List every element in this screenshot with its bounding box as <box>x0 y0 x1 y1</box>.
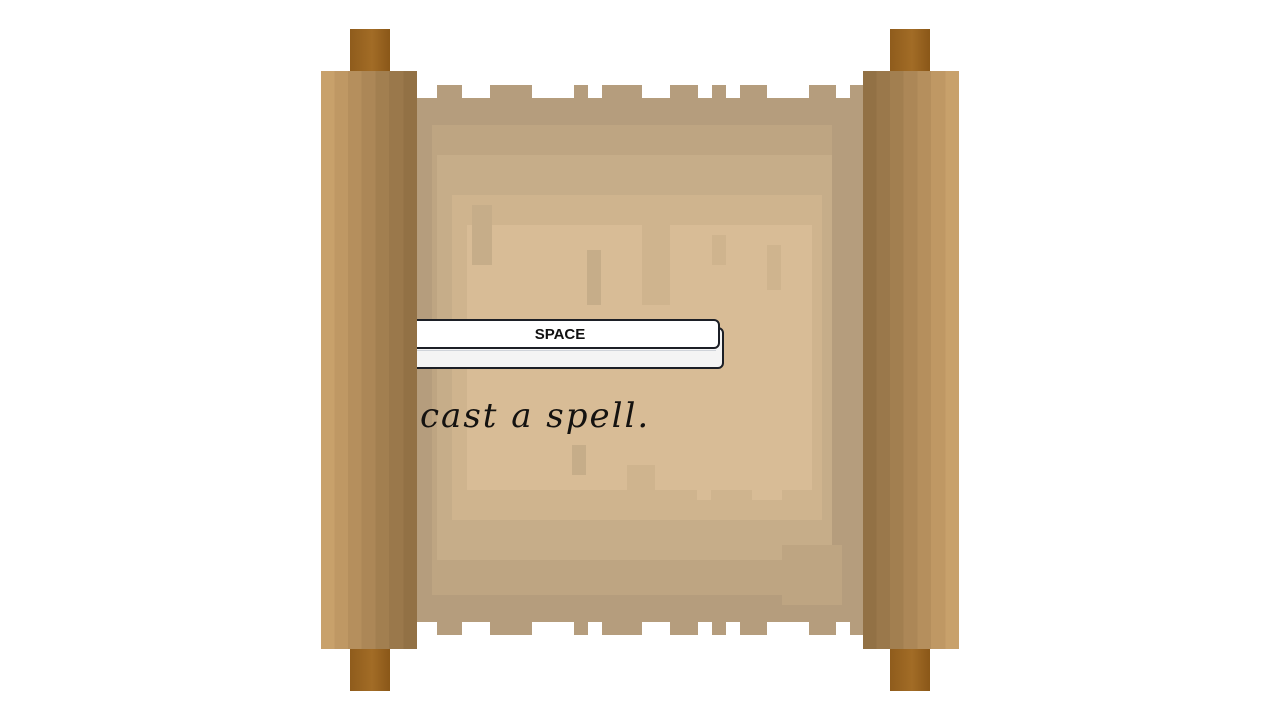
spell-scroll: SPACE cast a spell. <box>0 0 1280 720</box>
spell-instruction-text: cast a spell. <box>420 396 651 436</box>
scroll-rod-left <box>321 71 417 649</box>
scroll-rod-right <box>863 71 959 649</box>
space-key-label: SPACE <box>400 319 720 349</box>
space-key-prompt[interactable]: SPACE <box>400 319 724 369</box>
rod-knob-top-right <box>890 29 930 71</box>
rod-knob-bottom-right <box>890 649 930 691</box>
rod-knob-top-left <box>350 29 390 71</box>
rod-knob-bottom-left <box>350 649 390 691</box>
